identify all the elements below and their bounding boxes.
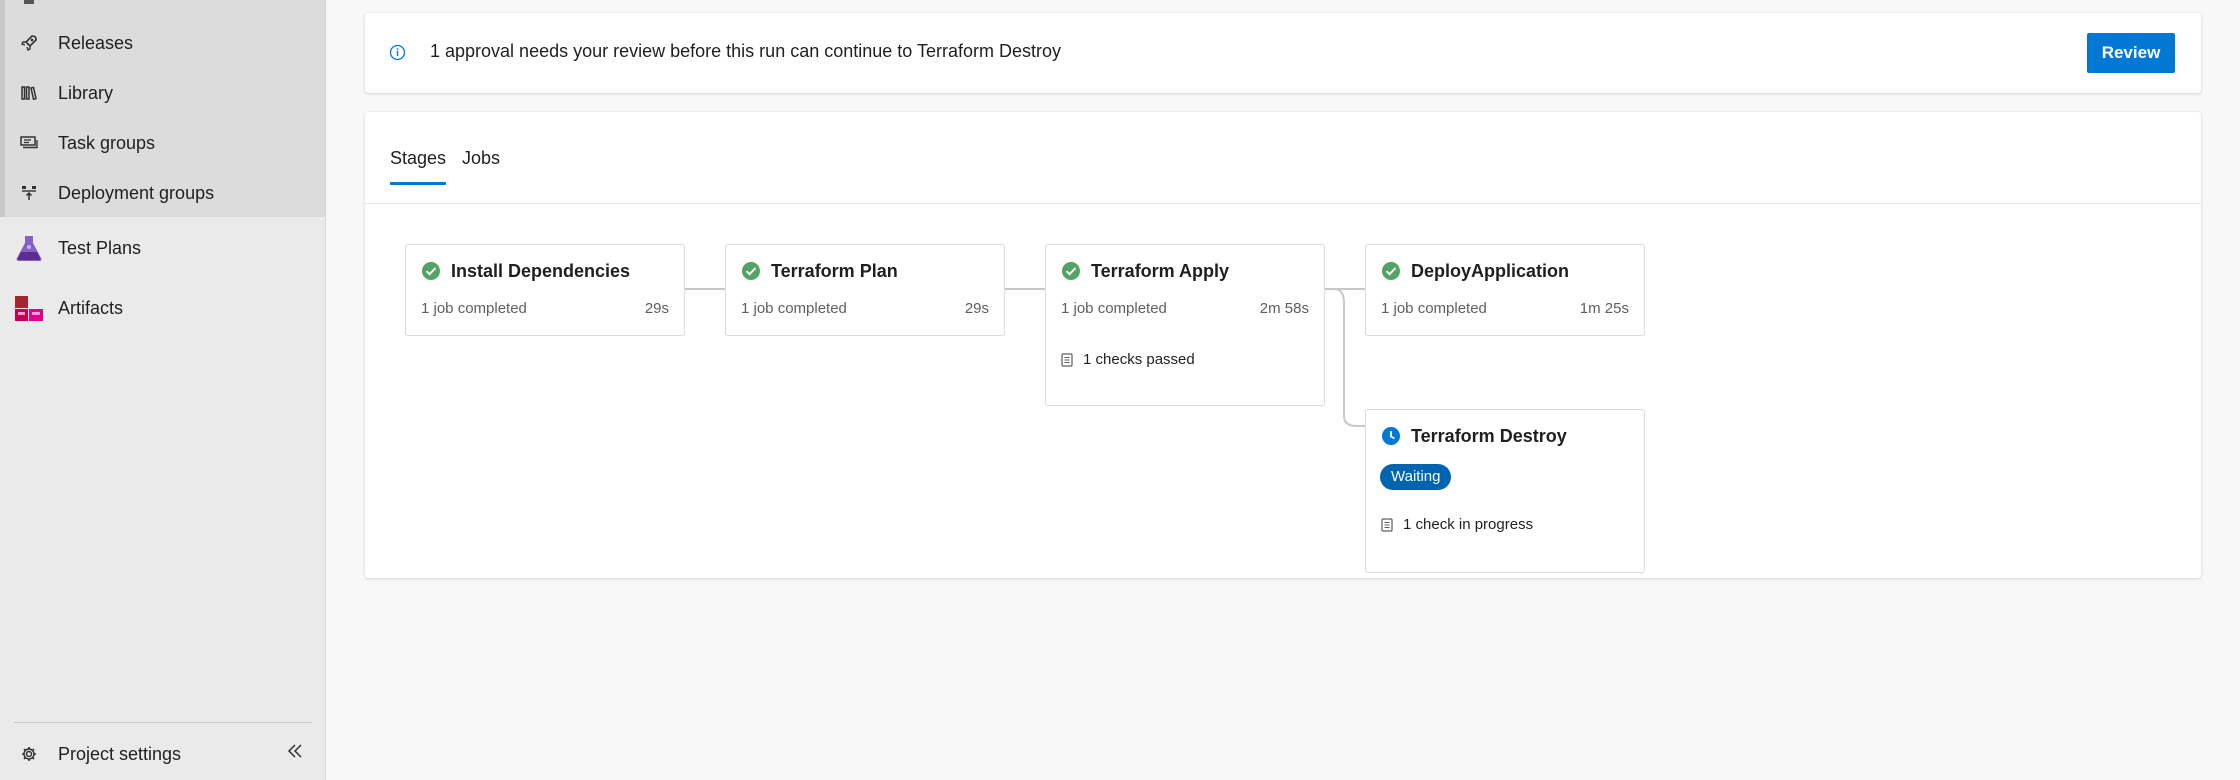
sidebar-item-label: Test Plans — [58, 237, 142, 258]
stage-card-install-dependencies[interactable]: Install Dependencies 1 job completed 29s — [405, 244, 685, 336]
rocket-icon — [18, 32, 40, 54]
success-check-icon — [421, 261, 441, 281]
checks-label: 1 check in progress — [1403, 516, 1534, 533]
double-chevron-left-icon[interactable] — [286, 742, 304, 760]
sidebar-item-label: Deployment groups — [58, 182, 215, 203]
clock-icon — [1381, 426, 1401, 446]
approval-message: 1 approval needs your review before this… — [430, 41, 1061, 61]
stage-card-terraform-destroy[interactable]: Terraform Destroy Waiting 1 check in pro… — [1365, 409, 1645, 573]
sidebar-item-task-groups[interactable]: Task groups — [0, 118, 325, 168]
checklist-icon — [1061, 352, 1073, 367]
gear-icon — [18, 743, 40, 765]
approval-banner: 1 approval needs your review before this… — [365, 13, 2201, 93]
stage-card-terraform-apply[interactable]: Terraform Apply 1 job completed 2m 58s 1… — [1045, 244, 1325, 406]
stage-duration: 29s — [964, 300, 989, 317]
stage-name: Terraform Plan — [771, 261, 898, 281]
success-check-icon — [1381, 261, 1401, 281]
sidebar-item-label: Library — [58, 82, 114, 103]
stage-connector — [1004, 288, 1045, 290]
stage-card-deploy-application[interactable]: DeployApplication 1 job completed 1m 25s — [1365, 244, 1645, 336]
run-stages-panel: Stages Jobs Install Dependencies 1 job c… — [365, 112, 2201, 578]
checks-label: 1 checks passed — [1083, 351, 1195, 368]
success-check-icon — [741, 261, 761, 281]
deployment-groups-icon — [18, 182, 40, 204]
sidebar-item-releases[interactable]: Releases — [0, 18, 325, 68]
stage-duration: 1m 25s — [1579, 300, 1629, 317]
stage-name: Terraform Apply — [1091, 261, 1230, 281]
sidebar-item-label: Task groups — [58, 132, 156, 153]
sidebar-item-test-plans[interactable]: Test Plans — [0, 223, 325, 273]
info-icon — [389, 44, 406, 61]
stage-checks[interactable]: 1 checks passed — [1061, 351, 1195, 368]
tab-jobs[interactable]: Jobs — [462, 148, 500, 178]
review-button[interactable]: Review — [2087, 33, 2175, 73]
stage-jobs-summary: 1 job completed — [741, 300, 847, 317]
artifacts-icon — [13, 292, 45, 324]
left-navigation: Releases Library Task groups Deployment … — [0, 0, 326, 780]
task-groups-icon — [18, 132, 40, 154]
sidebar-divider — [14, 722, 312, 723]
sidebar-item-label: Releases — [58, 32, 134, 53]
success-check-icon — [1061, 261, 1081, 281]
branch-connector — [1324, 288, 1366, 427]
checklist-icon — [1381, 517, 1393, 532]
stage-connector — [684, 288, 725, 290]
sidebar-item-library[interactable]: Library — [0, 68, 325, 118]
sidebar-item-deployment-groups[interactable]: Deployment groups — [0, 168, 325, 218]
stage-checks[interactable]: 1 check in progress — [1381, 516, 1533, 533]
sidebar-item-artifacts[interactable]: Artifacts — [0, 283, 325, 333]
status-badge: Waiting — [1380, 464, 1452, 490]
stage-jobs-summary: 1 job completed — [1381, 300, 1487, 317]
test-plans-icon — [13, 232, 45, 264]
stage-name: Terraform Destroy — [1411, 426, 1567, 446]
stage-jobs-summary: 1 job completed — [1061, 300, 1167, 317]
tab-stages[interactable]: Stages — [390, 148, 447, 185]
stage-duration: 29s — [644, 300, 669, 317]
library-icon — [18, 82, 40, 104]
stage-jobs-summary: 1 job completed — [421, 300, 527, 317]
sidebar-item-project-settings[interactable]: Project settings — [0, 729, 325, 779]
sidebar-item-label: Artifacts — [58, 297, 124, 318]
stage-card-terraform-plan[interactable]: Terraform Plan 1 job completed 29s — [725, 244, 1005, 336]
stage-name: DeployApplication — [1411, 261, 1570, 281]
view-tabs: Stages Jobs — [365, 112, 2201, 204]
pipelines-item-edge — [24, 0, 34, 4]
stage-name: Install Dependencies — [451, 261, 631, 281]
sidebar-item-label: Project settings — [58, 743, 182, 764]
stage-duration: 2m 58s — [1259, 300, 1309, 317]
